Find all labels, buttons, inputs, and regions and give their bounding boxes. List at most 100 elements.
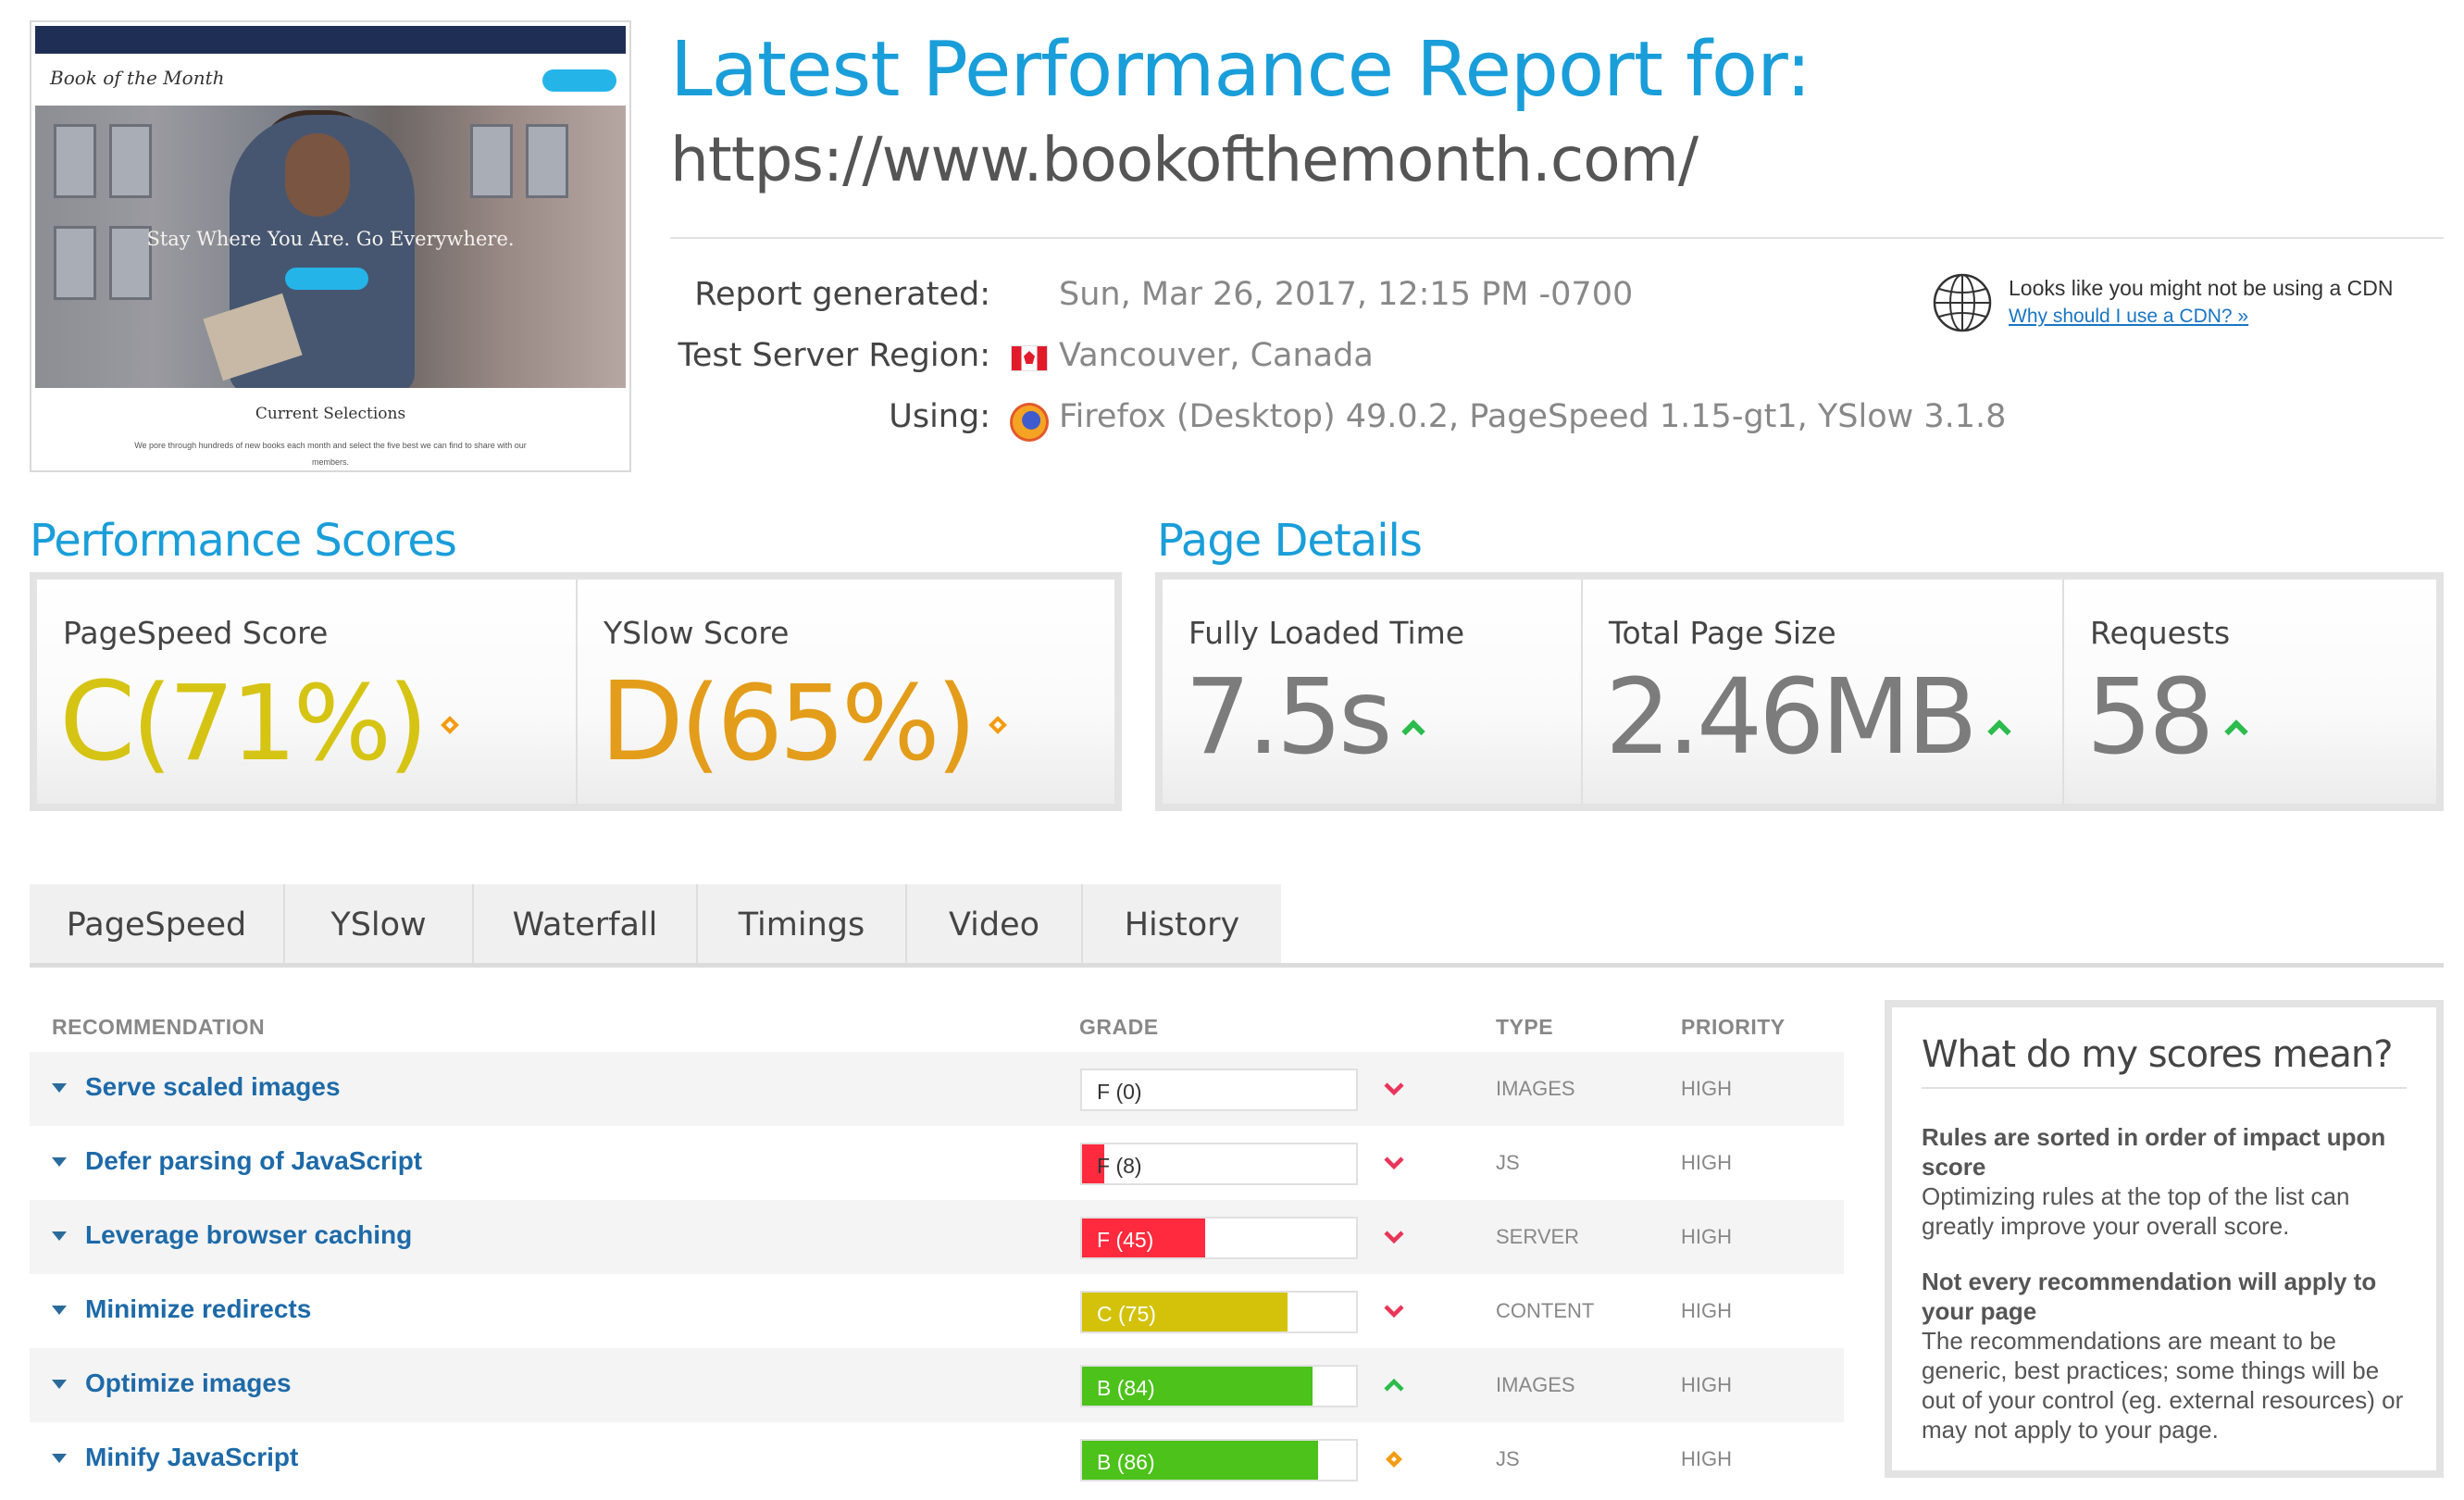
fully-loaded-time-value: 7.5s <box>1185 657 1426 778</box>
thumbnail-logo: Book of the Month <box>50 67 225 89</box>
cdn-info-link[interactable]: Why should I use a CDN? » <box>2009 306 2248 328</box>
pagespeed-score-value: C(71%) <box>59 657 459 785</box>
site-screenshot-thumbnail: Book of the Month Stay Where You Are. Go… <box>30 20 631 472</box>
tab-waterfall[interactable]: Waterfall <box>474 884 698 965</box>
explanation-title: What do my scores mean? <box>1922 1033 2407 1089</box>
recommendation-priority: HIGH <box>1681 1225 1732 1248</box>
grade-value: C (75) <box>1097 1302 1156 1326</box>
thumbnail-hero-image: Stay Where You Are. Go Everywhere. <box>35 106 626 388</box>
thumbnail-section-text: We pore through hundreds of new books ea… <box>134 441 527 467</box>
table-row[interactable]: Minimize redirects C (75) CONTENT HIGH <box>30 1274 1844 1348</box>
grade-bar: F (0) <box>1080 1069 1358 1111</box>
requests-value: 58 <box>2086 657 2248 778</box>
expand-caret-icon[interactable] <box>52 1380 67 1389</box>
expand-caret-icon[interactable] <box>52 1306 67 1315</box>
thumbnail-navbar: Book of the Month <box>35 54 626 106</box>
recommendation-name[interactable]: Defer parsing of JavaScript <box>85 1146 422 1176</box>
grade-value: F (8) <box>1097 1154 1142 1178</box>
grade-value: F (45) <box>1097 1228 1154 1252</box>
trend-down-icon <box>1384 1231 1404 1244</box>
explanation-heading-2: Not every recommendation will apply to y… <box>1922 1268 2377 1325</box>
page-details-title: Page Details <box>1157 515 1423 567</box>
grade-value: F (0) <box>1097 1080 1142 1104</box>
canada-flag-icon <box>1011 345 1048 371</box>
recommendation-name[interactable]: Serve scaled images <box>85 1072 341 1102</box>
grade-value: B (86) <box>1097 1450 1155 1474</box>
thumbnail-join-button <box>542 69 616 92</box>
report-tabs: PageSpeed YSlow Waterfall Timings Video … <box>30 884 1281 965</box>
explanation-text-2: The recommendations are meant to be gene… <box>1922 1327 2404 1444</box>
trend-up-icon <box>2223 719 2248 744</box>
yslow-score-value: D(65%) <box>600 657 1008 785</box>
recommendation-name[interactable]: Minify JavaScript <box>85 1443 298 1472</box>
performance-scores-panel: PageSpeed Score C(71%) YSlow Score D(65%… <box>30 572 1122 811</box>
thumbnail-section-title: Current Selections <box>255 405 406 423</box>
report-generated-label: Report generated: <box>694 276 990 313</box>
grade-bar: B (86) <box>1080 1439 1358 1481</box>
thumbnail-tagline: Stay Where You Are. Go Everywhere. <box>146 228 515 250</box>
tab-video[interactable]: Video <box>907 884 1083 965</box>
recommendation-name[interactable]: Minimize redirects <box>85 1294 311 1324</box>
recommendation-priority: HIGH <box>1681 1447 1732 1470</box>
expand-caret-icon[interactable] <box>52 1083 67 1093</box>
fully-loaded-time-label: Fully Loaded Time <box>1188 615 1465 651</box>
priority-column-header: PRIORITY <box>1681 1015 1786 1039</box>
recommendation-priority: HIGH <box>1681 1077 1732 1100</box>
trend-up-icon <box>1384 1378 1404 1392</box>
recommendation-type: JS <box>1496 1151 1520 1174</box>
yslow-score-cell: YSlow Score D(65%) <box>576 580 1114 804</box>
recommendation-type: IMAGES <box>1496 1373 1575 1396</box>
report-generated-value: Sun, Mar 26, 2017, 12:15 PM -0700 <box>1059 276 1634 313</box>
recommendation-type: JS <box>1496 1447 1520 1470</box>
tab-pagespeed[interactable]: PageSpeed <box>30 884 285 965</box>
performance-scores-title: Performance Scores <box>30 515 457 567</box>
no-change-icon <box>440 716 459 735</box>
expand-caret-icon[interactable] <box>52 1231 67 1241</box>
grade-column-header: GRADE <box>1079 1015 1159 1039</box>
yslow-percent: (65%) <box>679 664 977 784</box>
table-row[interactable]: Minify JavaScript B (86) JS HIGH <box>30 1422 1844 1496</box>
recommendation-name[interactable]: Leverage browser caching <box>85 1220 412 1250</box>
trend-down-icon <box>1384 1156 1404 1170</box>
total-page-size-cell: Total Page Size 2.46MB <box>1581 580 2062 804</box>
grade-bar: F (8) <box>1080 1143 1358 1185</box>
recommendation-priority: HIGH <box>1681 1299 1732 1322</box>
tab-yslow[interactable]: YSlow <box>285 884 474 965</box>
pagespeed-percent: (71%) <box>131 664 428 784</box>
table-row[interactable]: Optimize images B (84) IMAGES HIGH <box>30 1348 1844 1422</box>
pagespeed-score-label: PageSpeed Score <box>63 615 329 651</box>
trend-up-icon <box>1401 719 1426 744</box>
table-row[interactable]: Serve scaled images F (0) IMAGES HIGH <box>30 1052 1844 1126</box>
using-value: Firefox (Desktop) 49.0.2, PageSpeed 1.15… <box>1059 398 2007 435</box>
report-title: Latest Performance Report for: <box>670 26 1811 114</box>
grade-value: B (84) <box>1097 1376 1155 1400</box>
page-details-panel: Fully Loaded Time 7.5s Total Page Size 2… <box>1155 572 2444 811</box>
expand-caret-icon[interactable] <box>52 1454 67 1463</box>
grade-bar: F (45) <box>1080 1217 1358 1259</box>
total-page-size-value: 2.46MB <box>1605 657 2011 778</box>
using-label: Using: <box>889 398 990 435</box>
trend-down-icon <box>1384 1305 1404 1319</box>
requests-cell: Requests 58 <box>2062 580 2436 804</box>
explanation-heading-1: Rules are sorted in order of impact upon… <box>1922 1123 2386 1181</box>
expand-caret-icon[interactable] <box>52 1157 67 1167</box>
total-page-size-label: Total Page Size <box>1609 615 1836 651</box>
explanation-text-1: Optimizing rules at the top of the list … <box>1922 1182 2350 1240</box>
server-region-label: Test Server Region: <box>678 337 990 374</box>
recommendation-column-header: RECOMMENDATION <box>52 1015 266 1039</box>
requests-label: Requests <box>2090 615 2231 651</box>
recommendation-type: CONTENT <box>1496 1299 1595 1322</box>
no-change-icon <box>1386 1451 1402 1468</box>
pagespeed-grade-letter: C <box>59 657 135 785</box>
recommendation-name[interactable]: Optimize images <box>85 1369 292 1398</box>
table-row[interactable]: Leverage browser caching F (45) SERVER HIGH <box>30 1200 1844 1274</box>
scores-explanation-box: What do my scores mean? Rules are sorted… <box>1885 1000 2444 1478</box>
header-divider <box>670 237 2444 239</box>
type-column-header: TYPE <box>1496 1015 1554 1039</box>
tab-history[interactable]: History <box>1083 884 1281 965</box>
globe-icon <box>1933 273 1992 332</box>
thumbnail-cta <box>285 268 368 290</box>
table-row[interactable]: Defer parsing of JavaScript F (8) JS HIGH <box>30 1126 1844 1200</box>
tab-timings[interactable]: Timings <box>698 884 907 965</box>
grade-bar: B (84) <box>1080 1365 1358 1407</box>
